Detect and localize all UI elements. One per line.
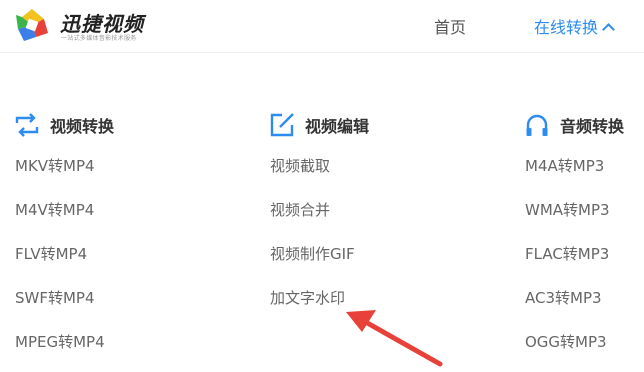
column-title-label: 音频转换 xyxy=(560,117,625,136)
column-audio-convert: 音频转换 M4A转MP3 WMA转MP3 FLAC转MP3 AC3转MP3 OG… xyxy=(524,112,624,351)
nav-home-link[interactable]: 首页 xyxy=(434,14,466,38)
nav-online-convert-label: 在线转换 xyxy=(534,18,599,37)
list-item-ogg-to-mp3[interactable]: OGG转MP3 xyxy=(525,332,607,352)
list-item-flv-to-mp4[interactable]: FLV转MP4 xyxy=(15,244,87,264)
logo[interactable]: 迅捷视频 一站式多媒体音影技术服务 xyxy=(14,6,164,46)
list-item-mpeg-to-mp4[interactable]: MPEG转MP4 xyxy=(15,332,105,352)
list-item-ac3-to-mp3[interactable]: AC3转MP3 xyxy=(525,288,602,308)
column-title-video-convert: 视频转换 xyxy=(14,112,114,138)
list-item-swf-to-mp4[interactable]: SWF转MP4 xyxy=(15,288,95,308)
column-title-label: 视频转换 xyxy=(50,117,115,136)
chevron-up-icon xyxy=(602,23,615,36)
list-item-flac-to-mp3[interactable]: FLAC转MP3 xyxy=(525,244,609,264)
list-item-text-watermark[interactable]: 加文字水印 xyxy=(270,288,345,308)
nav-online-convert-menu[interactable]: 在线转换 xyxy=(534,14,615,38)
column-video-convert: 视频转换 MKV转MP4 M4V转MP4 FLV转MP4 SWF转MP4 MPE… xyxy=(14,112,114,351)
list-item-mkv-to-mp4[interactable]: MKV转MP4 xyxy=(15,156,95,176)
list-item-m4v-to-mp4[interactable]: M4V转MP4 xyxy=(15,200,94,220)
logo-slogan: 一站式多媒体音影技术服务 xyxy=(61,35,137,42)
column-title-video-edit: 视频编辑 xyxy=(269,112,369,138)
column-video-edit: 视频编辑 视频截取 视频合并 视频制作GIF 加文字水印 xyxy=(269,112,369,307)
list-item-video-merge[interactable]: 视频合并 xyxy=(270,200,330,220)
red-arrow-icon xyxy=(346,310,443,367)
column-title-label: 视频编辑 xyxy=(305,117,370,136)
list-item-wma-to-mp3[interactable]: WMA转MP3 xyxy=(525,200,610,220)
logo-icon xyxy=(16,9,48,41)
headphones-icon xyxy=(526,114,548,136)
column-title-audio-convert: 音频转换 xyxy=(524,112,624,138)
edit-pencil-icon xyxy=(270,113,294,137)
list-item-m4a-to-mp3[interactable]: M4A转MP3 xyxy=(525,156,604,176)
list-item-video-trim[interactable]: 视频截取 xyxy=(270,156,330,176)
convert-arrows-icon xyxy=(15,113,39,137)
top-header: 迅捷视频 一站式多媒体音影技术服务 首页 在线转换 xyxy=(0,0,644,53)
list-item-video-to-gif[interactable]: 视频制作GIF xyxy=(270,244,355,264)
